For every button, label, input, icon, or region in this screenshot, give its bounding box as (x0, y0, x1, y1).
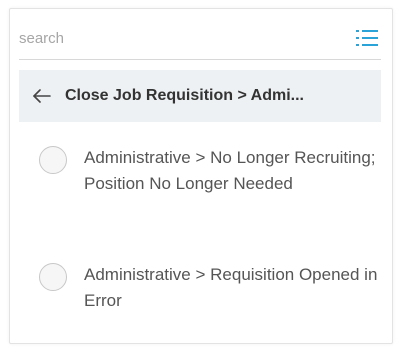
search-bar (19, 24, 381, 60)
breadcrumb-title: Close Job Requisition > Admi... (65, 87, 304, 104)
option-label: Administrative > No Longer Recruiting; P… (84, 148, 376, 193)
radio-button[interactable] (39, 263, 67, 291)
option-opened-in-error[interactable]: Administrative > Requisition Opened in E… (39, 262, 379, 314)
list-icon[interactable] (356, 28, 378, 48)
option-label: Administrative > Requisition Opened in E… (84, 265, 378, 310)
breadcrumb-header[interactable]: Close Job Requisition > Admi... (19, 70, 381, 122)
back-arrow-icon[interactable] (33, 89, 51, 103)
search-input[interactable] (19, 24, 339, 52)
radio-button[interactable] (39, 146, 67, 174)
option-no-longer-recruiting[interactable]: Administrative > No Longer Recruiting; P… (39, 145, 379, 197)
